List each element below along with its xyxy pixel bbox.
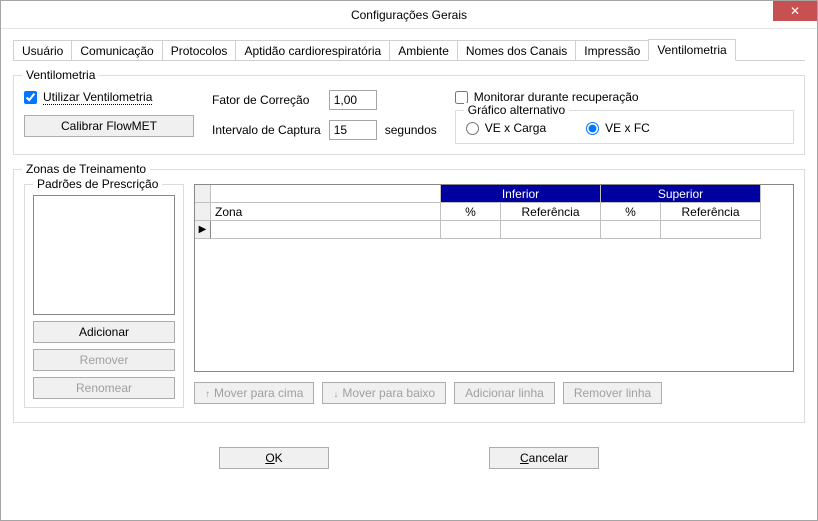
ventilometria-legend: Ventilometria — [22, 68, 99, 82]
tab-protocolos[interactable]: Protocolos — [162, 40, 237, 60]
cell-inf-pct[interactable] — [441, 221, 501, 239]
padroes-group: Padrões de Prescrição Adicionar Remover … — [24, 184, 184, 408]
monitor-recovery-row[interactable]: Monitorar durante recuperação — [455, 90, 794, 104]
tab-strip: Usuário Comunicação Protocolos Aptidão c… — [13, 37, 805, 61]
alt-graph-group: Gráfico alternativo VE x Carga VE x FC — [455, 110, 794, 144]
padroes-legend: Padrões de Prescrição — [33, 177, 162, 191]
radio-ve-fc[interactable] — [586, 122, 599, 135]
grid-corner2 — [195, 203, 211, 221]
use-ventilometria-label: Utilizar Ventilometria — [43, 90, 152, 105]
calibrate-flowmet-button[interactable]: Calibrar FlowMET — [24, 115, 194, 137]
alt-opt-ve-carga[interactable]: VE x Carga — [466, 121, 546, 135]
cell-zona[interactable] — [211, 221, 441, 239]
padroes-add-button[interactable]: Adicionar — [33, 321, 175, 343]
grid-corner — [195, 185, 211, 203]
grid-group-inferior: Inferior — [441, 185, 601, 203]
dialog-window: Configurações Gerais ✕ Usuário Comunicaç… — [0, 0, 818, 521]
zonas-legend: Zonas de Treinamento — [22, 162, 150, 176]
seconds-label: segundos — [385, 123, 437, 137]
interval-label: Intervalo de Captura — [212, 123, 321, 137]
cell-sup-pct[interactable] — [601, 221, 661, 239]
cancel-button[interactable]: Cancelar — [489, 447, 599, 469]
use-ventilometria-row[interactable]: Utilizar Ventilometria — [24, 90, 194, 105]
tab-ambiente[interactable]: Ambiente — [389, 40, 458, 60]
padroes-listbox[interactable] — [33, 195, 175, 315]
arrow-up-icon: ↑ — [205, 389, 210, 400]
close-button[interactable]: ✕ — [773, 1, 817, 21]
col-sup-ref: Referência — [661, 203, 761, 221]
ventilometria-group: Ventilometria Utilizar Ventilometria Cal… — [13, 75, 805, 155]
move-down-button[interactable]: ↓Mover para baixo — [322, 382, 446, 404]
padroes-remove-button[interactable]: Remover — [33, 349, 175, 371]
move-up-button[interactable]: ↑Mover para cima — [194, 382, 314, 404]
use-ventilometria-checkbox[interactable] — [24, 91, 37, 104]
table-row[interactable]: ▶ — [195, 221, 793, 239]
zonas-group: Zonas de Treinamento Padrões de Prescriç… — [13, 169, 805, 423]
add-row-button[interactable]: Adicionar linha — [454, 382, 555, 404]
zones-grid-area: Inferior Superior Zona % Referência % Re… — [194, 184, 794, 408]
titlebar: Configurações Gerais ✕ — [1, 1, 817, 29]
factor-label: Fator de Correção — [212, 93, 321, 107]
tab-comunicacao[interactable]: Comunicação — [71, 40, 162, 60]
factor-input[interactable] — [329, 90, 377, 110]
col-inf-ref: Referência — [501, 203, 601, 221]
grid-spacer — [211, 185, 441, 203]
cell-inf-ref[interactable] — [501, 221, 601, 239]
close-icon: ✕ — [790, 5, 800, 17]
client-area: Usuário Comunicação Protocolos Aptidão c… — [1, 29, 817, 481]
row-marker-icon: ▶ — [195, 221, 211, 239]
window-title: Configurações Gerais — [351, 8, 467, 22]
tab-aptidao[interactable]: Aptidão cardiorespiratória — [235, 40, 390, 60]
col-zona: Zona — [211, 203, 441, 221]
col-sup-pct: % — [601, 203, 661, 221]
grid-group-superior: Superior — [601, 185, 761, 203]
col-inf-pct: % — [441, 203, 501, 221]
remove-row-button[interactable]: Remover linha — [563, 382, 662, 404]
cell-sup-ref[interactable] — [661, 221, 761, 239]
alt-graph-legend: Gráfico alternativo — [464, 103, 569, 117]
tab-usuario[interactable]: Usuário — [13, 40, 72, 60]
zones-grid[interactable]: Inferior Superior Zona % Referência % Re… — [194, 184, 794, 372]
radio-ve-carga[interactable] — [466, 122, 479, 135]
dialog-footer: OK Cancelar — [13, 447, 805, 469]
padroes-rename-button[interactable]: Renomear — [33, 377, 175, 399]
tab-ventilometria[interactable]: Ventilometria — [648, 39, 735, 61]
ok-button[interactable]: OK — [219, 447, 329, 469]
interval-input[interactable] — [329, 120, 377, 140]
monitor-recovery-checkbox[interactable] — [455, 91, 468, 104]
alt-opt-ve-fc[interactable]: VE x FC — [586, 121, 650, 135]
arrow-down-icon: ↓ — [333, 389, 338, 400]
tab-nomes-canais[interactable]: Nomes dos Canais — [457, 40, 576, 60]
monitor-recovery-label: Monitorar durante recuperação — [474, 90, 639, 104]
tab-impressao[interactable]: Impressão — [575, 40, 649, 60]
